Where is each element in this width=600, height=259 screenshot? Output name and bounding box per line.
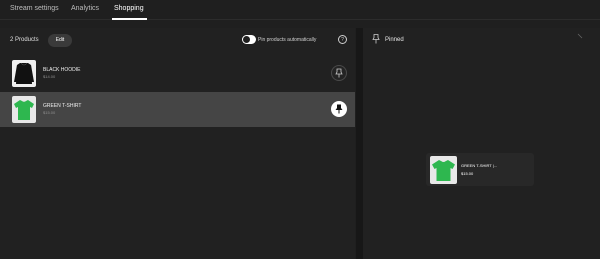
tab-analytics[interactable]: Analytics [71, 5, 99, 12]
product-name: BLACK HOODIE [43, 67, 81, 73]
panel-divider [356, 28, 363, 259]
tshirt-icon [432, 160, 455, 181]
pinned-product-thumbnail [430, 156, 457, 184]
product-count: 2 Products [10, 37, 39, 43]
active-tab-indicator [112, 18, 147, 20]
pinned-panel: Pinned GREEN T-SHIRT |... $15.00 [363, 28, 600, 259]
product-thumbnail [12, 96, 36, 123]
product-thumbnail [12, 60, 36, 87]
unpin-button[interactable] [331, 101, 347, 117]
pin-filled-icon [335, 104, 343, 114]
pin-outline-icon [335, 68, 343, 78]
product-name: GREEN T-SHIRT [43, 103, 82, 109]
pinned-title: Pinned [385, 37, 404, 43]
products-panel: 2 Products Edit Pin products automatical… [0, 28, 355, 259]
pin-auto-label: Pin products automatically [258, 37, 317, 43]
pinned-product-price: $15.00 [461, 171, 474, 176]
tab-bar: Stream settings Analytics Shopping [0, 0, 600, 20]
pinned-product-name: GREEN T-SHIRT |... [461, 163, 498, 168]
tshirt-icon [14, 100, 34, 120]
pinned-product-card[interactable]: GREEN T-SHIRT |... $15.00 [426, 153, 534, 186]
product-row-selected[interactable]: GREEN T-SHIRT $15.00 [0, 92, 355, 127]
products-header: 2 Products Edit Pin products automatical… [0, 28, 355, 54]
product-price: $14.00 [43, 74, 56, 79]
tab-stream-settings[interactable]: Stream settings [10, 5, 59, 12]
pin-button[interactable] [331, 65, 347, 81]
pin-auto-toggle[interactable] [242, 35, 256, 44]
resize-icon[interactable] [577, 33, 583, 39]
product-price: $15.00 [43, 110, 56, 115]
help-icon[interactable]: ? [338, 35, 347, 44]
hoodie-icon [14, 62, 34, 84]
product-row[interactable]: BLACK HOODIE $14.00 [0, 56, 355, 91]
edit-button[interactable]: Edit [48, 34, 72, 47]
toggle-knob [243, 36, 250, 43]
pin-outline-icon [372, 34, 380, 44]
tab-shopping[interactable]: Shopping [114, 5, 144, 12]
